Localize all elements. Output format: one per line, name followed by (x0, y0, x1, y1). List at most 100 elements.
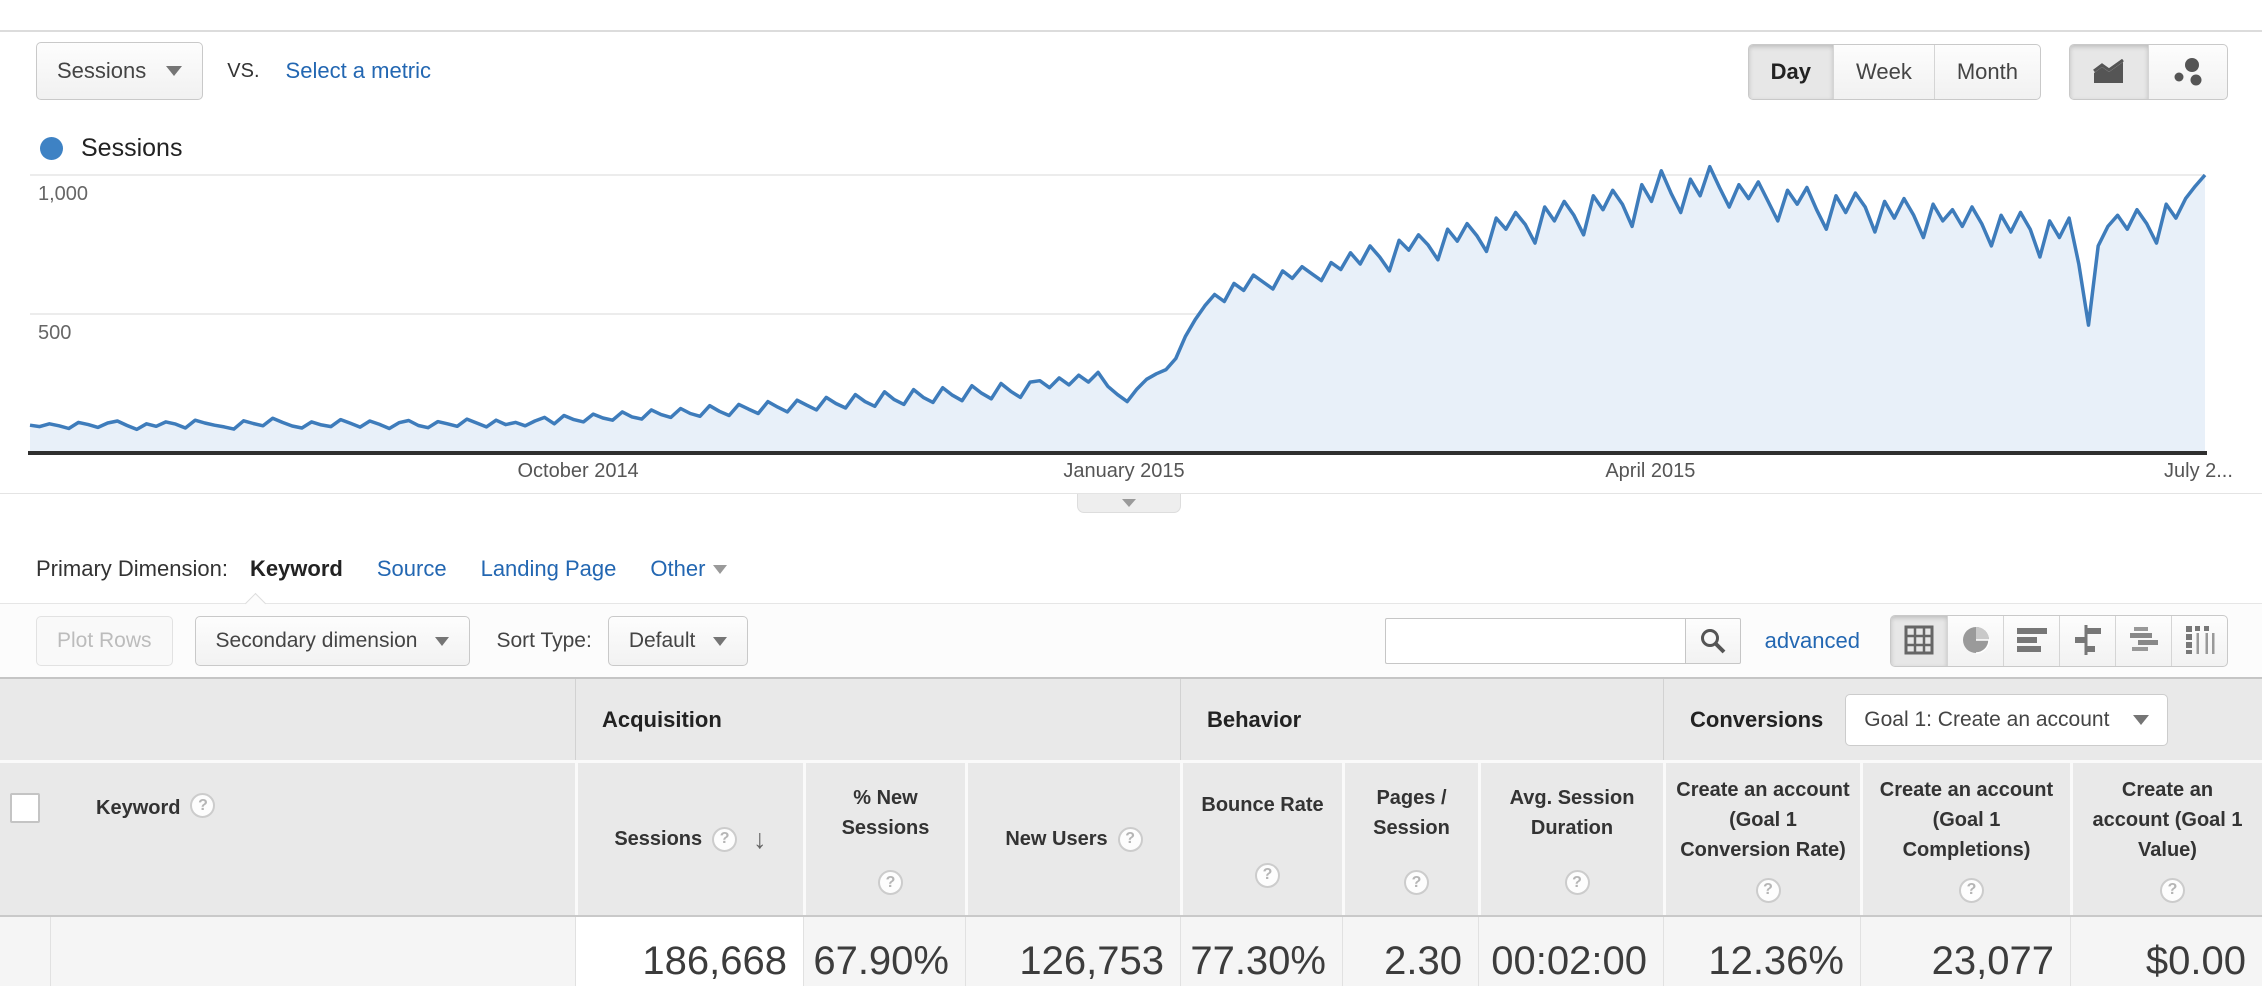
sort-type-dropdown[interactable]: Default (607, 616, 749, 666)
view-comparison-button[interactable] (2059, 616, 2115, 666)
column-label: Sessions (614, 828, 703, 850)
view-data-table-button[interactable] (1891, 616, 1947, 666)
primary-dimension-label: Primary Dimension: (36, 556, 228, 581)
help-icon[interactable]: ? (878, 870, 903, 896)
column-header-bounce-rate[interactable]: Bounce Rate? (1180, 763, 1342, 915)
sessions-chart-svg (28, 164, 2207, 455)
search-button[interactable] (1684, 618, 1741, 664)
totals-value: 77.30% (1180, 917, 1342, 986)
group-header-behavior: Behavior (1180, 679, 1663, 760)
column-header-avg-session-duration[interactable]: Avg. Session Duration? (1478, 763, 1663, 915)
line-chart-button[interactable] (2070, 45, 2148, 99)
metric-selector-label: Sessions (57, 58, 147, 83)
column-label: Create an account (Goal 1 Value) (2092, 779, 2243, 862)
column-header-create-an-account-goal-1-value[interactable]: Create an account (Goal 1 Value)? (2070, 763, 2262, 915)
search-input[interactable] (1384, 618, 1685, 664)
totals-keyword-cell (50, 917, 575, 986)
view-pivot-button[interactable] (2171, 616, 2227, 666)
search-icon (1700, 629, 1725, 654)
totals-value: 12.36% (1663, 917, 1860, 986)
column-header-sessions[interactable]: Sessions? ↓ (575, 763, 803, 915)
column-label: Bounce Rate (1201, 794, 1324, 817)
motion-chart-button[interactable] (2148, 45, 2227, 99)
chevron-down-icon (435, 636, 450, 646)
chevron-down-icon (713, 564, 728, 574)
sort-type-label: Sort Type: (496, 629, 592, 652)
sessions-timeseries-chart[interactable]: October 2014 January 2015 April 2015 July 2… (0, 118, 2262, 518)
help-icon[interactable]: ? (1755, 877, 1781, 903)
secondary-dimension-dropdown[interactable]: Secondary dimension (194, 616, 471, 666)
column-header-new-users[interactable]: New Users? (965, 763, 1180, 915)
chevron-down-icon (2133, 714, 2150, 725)
select-metric-link[interactable]: Select a metric (286, 58, 432, 84)
totals-value: 67.90% (803, 917, 965, 986)
plot-rows-button[interactable]: Plot Rows (36, 616, 173, 666)
column-header-keyword[interactable]: Keyword? (50, 763, 575, 915)
help-icon[interactable]: ? (190, 793, 216, 818)
help-icon[interactable]: ? (1255, 862, 1280, 888)
column-header-pages-session[interactable]: Pages / Session? (1342, 763, 1478, 915)
totals-value: 126,753 (965, 917, 1180, 986)
table-totals-row: 186,668 67.90% 126,753 77.30% 2.30 00:02:00 12… (0, 915, 2262, 986)
select-all-cell (0, 763, 50, 915)
table-column-header-row: Keyword? Sessions? ↓% New Sessions? New Use… (0, 760, 2262, 915)
top-divider (0, 30, 2262, 32)
view-percentage-pie-button[interactable] (1947, 616, 2003, 666)
column-label: New Users (1005, 828, 1108, 850)
goal-selector-dropdown[interactable]: Goal 1: Create an account (1845, 693, 2169, 746)
column-header-create-an-account-goal-1-completions[interactable]: Create an account (Goal 1 Completions)? (1860, 763, 2070, 915)
metric-picker-group: Sessions VS. Select a metric (36, 42, 431, 100)
granularity-week-button[interactable]: Week (1833, 45, 1934, 99)
help-icon[interactable]: ? (1564, 870, 1590, 896)
column-label: Create an account (Goal 1 Conversion Rat… (1676, 779, 1850, 862)
column-label: Avg. Session Duration (1509, 786, 1635, 839)
metric-selector-dropdown[interactable]: Sessions (36, 42, 204, 100)
help-icon[interactable]: ? (2160, 877, 2185, 903)
analytics-report-page: Sessions VS. Select a metric Day Week Mont… (0, 0, 2262, 986)
help-icon[interactable]: ? (712, 826, 738, 852)
primary-dimension-landing-page[interactable]: Landing Page (481, 556, 617, 582)
advanced-search-link[interactable]: advanced (1765, 628, 1860, 654)
performance-bars-icon (2016, 626, 2048, 657)
group-header-acquisition: Acquisition (575, 679, 1180, 760)
help-icon[interactable]: ? (1404, 870, 1429, 896)
keywords-table: Acquisition Behavior Conversions Goal 1: Cr… (0, 677, 2262, 986)
view-term-cloud-button[interactable] (2115, 616, 2171, 666)
column-label: Pages / Session (1373, 786, 1450, 839)
x-axis-label: October 2014 (517, 460, 639, 482)
chevron-down-icon (166, 66, 183, 76)
help-icon[interactable]: ? (1117, 826, 1143, 852)
x-axis-label: January 2015 (1063, 460, 1185, 482)
primary-dimension-keyword[interactable]: Keyword (250, 556, 343, 582)
x-axis-label: July 2... (2164, 460, 2233, 482)
sort-desc-icon[interactable]: ↓ (753, 819, 767, 860)
table-view-switcher (1890, 615, 2228, 667)
primary-dimension-other[interactable]: Other (650, 556, 728, 582)
y-axis-label: 500 (38, 322, 72, 344)
collapse-caret-icon (1122, 499, 1136, 507)
x-axis-ticks: October 2014 January 2015 April 2015 July 2… (0, 460, 2262, 488)
table-search (1384, 618, 1741, 664)
granularity-day-button[interactable]: Day (1748, 45, 1833, 99)
totals-value: 2.30 (1342, 917, 1478, 986)
column-label: Create an account (Goal 1 Completions) (1879, 779, 2054, 862)
x-axis-label: April 2015 (1605, 460, 1696, 482)
help-icon[interactable]: ? (1959, 877, 1984, 903)
column-label: Keyword (96, 797, 181, 819)
totals-value: 23,077 (1860, 917, 2070, 986)
line-chart-icon (2092, 59, 2126, 85)
column-header-new-sessions[interactable]: % New Sessions? (803, 763, 965, 915)
table-group-header-row: Acquisition Behavior Conversions Goal 1: Cr… (0, 677, 2262, 760)
view-performance-bars-button[interactable] (2003, 616, 2059, 666)
select-all-checkbox[interactable] (10, 793, 40, 823)
primary-dimension-source[interactable]: Source (377, 556, 447, 582)
chevron-down-icon (713, 636, 728, 646)
chart-collapse-tab[interactable] (1077, 494, 1181, 513)
chart-controls-bar: Sessions VS. Select a metric Day Week Mont… (36, 42, 2228, 102)
data-table-icon (1904, 625, 1934, 658)
granularity-month-button[interactable]: Month (1933, 45, 2040, 99)
group-label: Acquisition (602, 706, 722, 732)
y-axis-label: 1,000 (38, 183, 89, 205)
totals-checkbox-cell (0, 917, 50, 986)
column-header-create-an-account-goal-1-conversion-rate[interactable]: Create an account (Goal 1 Conversion Rat… (1663, 763, 1860, 915)
